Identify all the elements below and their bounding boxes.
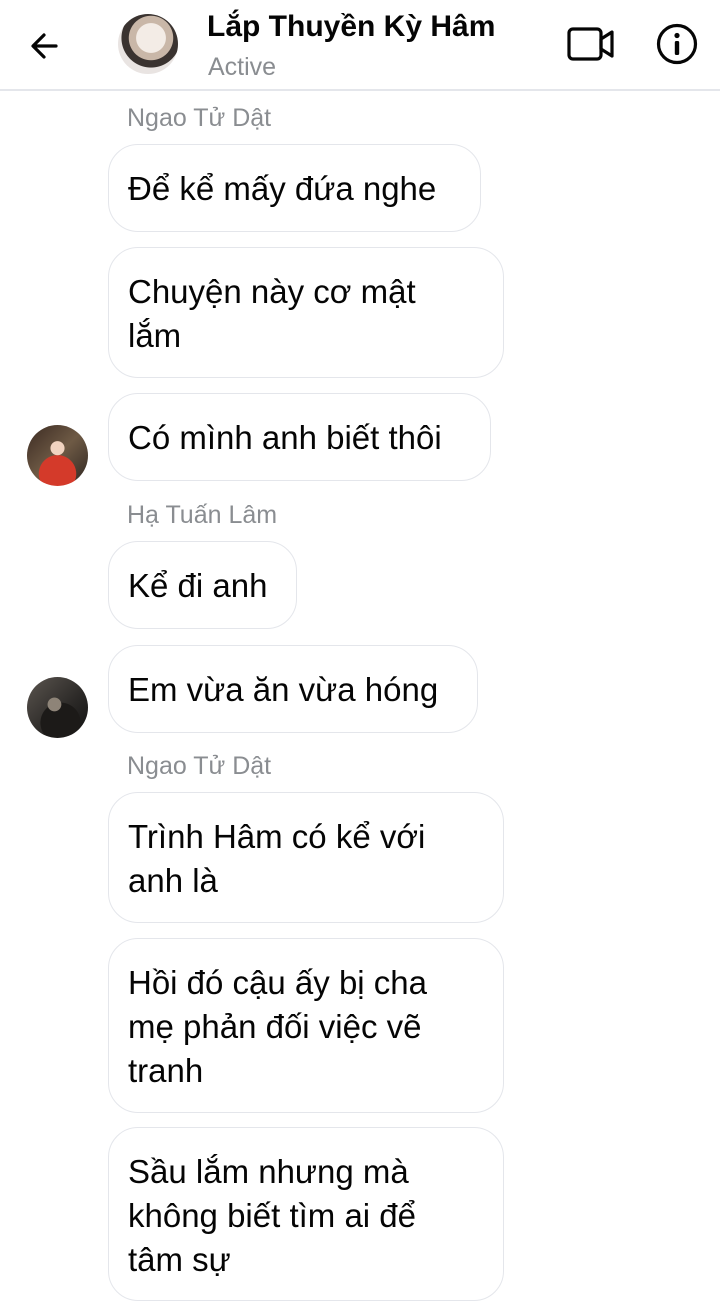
conversation-title[interactable]: Lắp Thuyền Kỳ Hâm <box>207 10 495 44</box>
chat-header: Lắp Thuyền Kỳ Hâm Active <box>0 0 720 91</box>
sender-name: Ngao Tử Dật <box>127 752 272 780</box>
message-bubble[interactable]: Sầu lắm nhưng mà không biết tìm ai để tâ… <box>108 1127 504 1301</box>
back-arrow-icon <box>31 33 58 59</box>
info-icon <box>656 23 698 65</box>
avatar[interactable] <box>27 677 88 738</box>
message-bubble[interactable]: Em vừa ăn vừa hóng <box>108 645 478 733</box>
message-bubble[interactable]: Để kể mấy đứa nghe <box>108 144 481 232</box>
avatar[interactable] <box>27 425 88 486</box>
back-button[interactable] <box>26 26 66 66</box>
sender-name: Hạ Tuấn Lâm <box>127 501 278 529</box>
message-bubble[interactable]: Hồi đó cậu ấy bị cha mẹ phản đối việc vẽ… <box>108 938 504 1113</box>
message-bubble[interactable]: Có mình anh biết thôi <box>108 393 491 481</box>
info-button[interactable] <box>655 22 699 66</box>
message-bubble[interactable]: Kể đi anh <box>108 541 297 629</box>
video-call-button[interactable] <box>566 24 618 64</box>
sender-name: Ngao Tử Dật <box>127 104 272 132</box>
video-camera-icon <box>567 27 614 61</box>
message-bubble[interactable]: Chuyện này cơ mật lắm <box>108 247 504 378</box>
avatar[interactable] <box>118 14 178 74</box>
message-bubble[interactable]: Trình Hâm có kể với anh là <box>108 792 504 923</box>
active-status: Active <box>208 53 277 81</box>
